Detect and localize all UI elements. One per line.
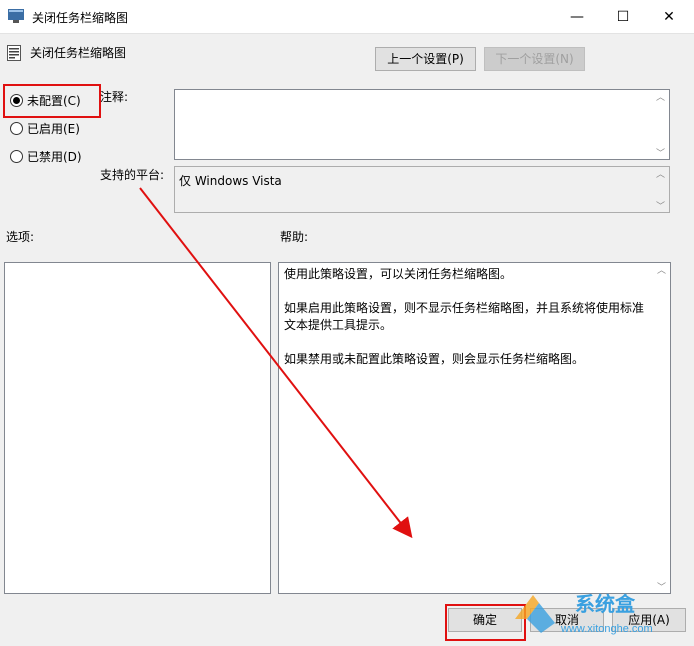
watermark-logo-icon xyxy=(515,595,555,633)
watermark-url: www.xitonghe.com xyxy=(561,623,653,635)
watermark: 系统盒 www.xitonghe.com xyxy=(505,585,691,643)
annotation-arrow xyxy=(139,187,413,539)
watermark-text: 系统盒 xyxy=(575,592,635,616)
